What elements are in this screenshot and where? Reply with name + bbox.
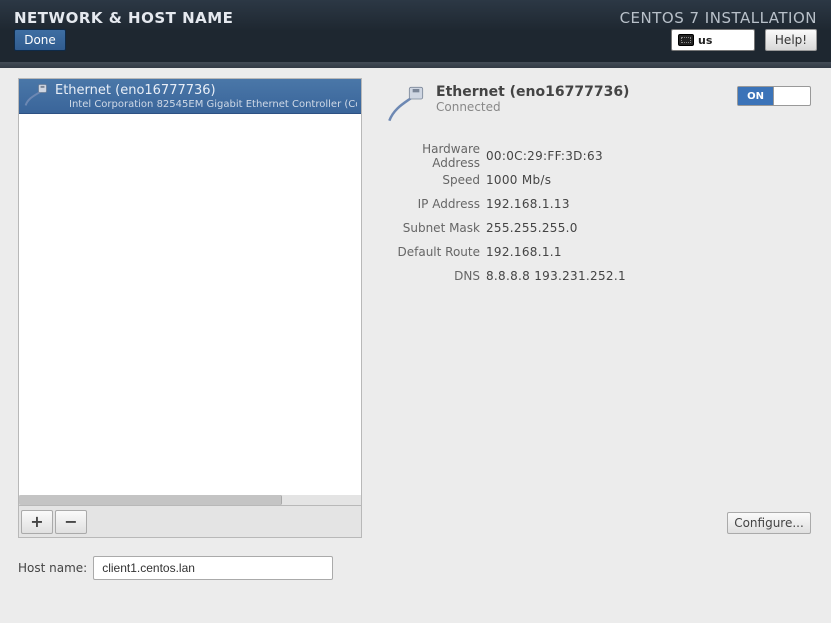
hostname-input[interactable] (93, 556, 333, 580)
keyboard-icon (678, 34, 694, 46)
product-title: CENTOS 7 INSTALLATION (620, 9, 817, 27)
value-hardware-address: 00:0C:29:FF:3D:63 (486, 149, 603, 163)
label-ip: IP Address (386, 197, 486, 211)
info-row-ip: IP Address 192.168.1.13 (386, 192, 817, 216)
value-dns: 8.8.8.8 193.231.252.1 (486, 269, 626, 283)
left-column: Ethernet (eno16777736) Intel Corporation… (18, 78, 362, 538)
scrollbar-thumb[interactable] (19, 495, 282, 505)
info-row-hw: Hardware Address 00:0C:29:FF:3D:63 (386, 144, 817, 168)
info-row-speed: Speed 1000 Mb/s (386, 168, 817, 192)
ethernet-small-icon (23, 82, 49, 108)
device-list[interactable]: Ethernet (eno16777736) Intel Corporation… (18, 78, 362, 506)
configure-button[interactable]: Configure... (727, 512, 811, 534)
value-ip: 192.168.1.13 (486, 197, 570, 211)
connection-title: Ethernet (eno16777736) (436, 84, 629, 100)
done-button[interactable]: Done (14, 29, 66, 51)
page-title: NETWORK & HOST NAME (14, 9, 233, 27)
label-route: Default Route (386, 245, 486, 259)
device-toolbar: + − (18, 506, 362, 538)
device-list-item[interactable]: Ethernet (eno16777736) Intel Corporation… (19, 79, 361, 114)
label-hardware-address: Hardware Address (386, 142, 486, 170)
value-mask: 255.255.255.0 (486, 221, 578, 235)
device-name: Ethernet (eno16777736) (55, 83, 355, 98)
banner-header: NETWORK & HOST NAME CENTOS 7 INSTALLATIO… (0, 0, 831, 62)
horizontal-scrollbar[interactable] (19, 495, 361, 505)
connection-info: Hardware Address 00:0C:29:FF:3D:63 Speed… (386, 144, 817, 288)
info-row-dns: DNS 8.8.8.8 193.231.252.1 (386, 264, 817, 288)
value-route: 192.168.1.1 (486, 245, 562, 259)
keyboard-layout-indicator[interactable]: us (671, 29, 755, 51)
hostname-row: Host name: (0, 548, 831, 580)
switch-on-label: ON (738, 87, 774, 105)
add-interface-button[interactable]: + (21, 510, 53, 534)
info-row-mask: Subnet Mask 255.255.255.0 (386, 216, 817, 240)
hostname-label: Host name: (18, 561, 87, 575)
label-mask: Subnet Mask (386, 221, 486, 235)
label-speed: Speed (386, 173, 486, 187)
ethernet-icon (386, 84, 426, 124)
connection-status: Connected (436, 100, 629, 114)
remove-interface-button[interactable]: − (55, 510, 87, 534)
connection-toggle[interactable]: ON (737, 86, 811, 106)
info-row-route: Default Route 192.168.1.1 (386, 240, 817, 264)
label-dns: DNS (386, 269, 486, 283)
device-desc: Intel Corporation 82545EM Gigabit Ethern… (69, 99, 357, 110)
switch-off-label (774, 87, 810, 105)
help-button[interactable]: Help! (765, 29, 817, 51)
value-speed: 1000 Mb/s (486, 173, 551, 187)
content-area: Ethernet (eno16777736) Intel Corporation… (0, 68, 831, 548)
keyboard-layout-code: us (698, 34, 712, 47)
right-column: Ethernet (eno16777736) Connected ON Hard… (374, 78, 817, 538)
